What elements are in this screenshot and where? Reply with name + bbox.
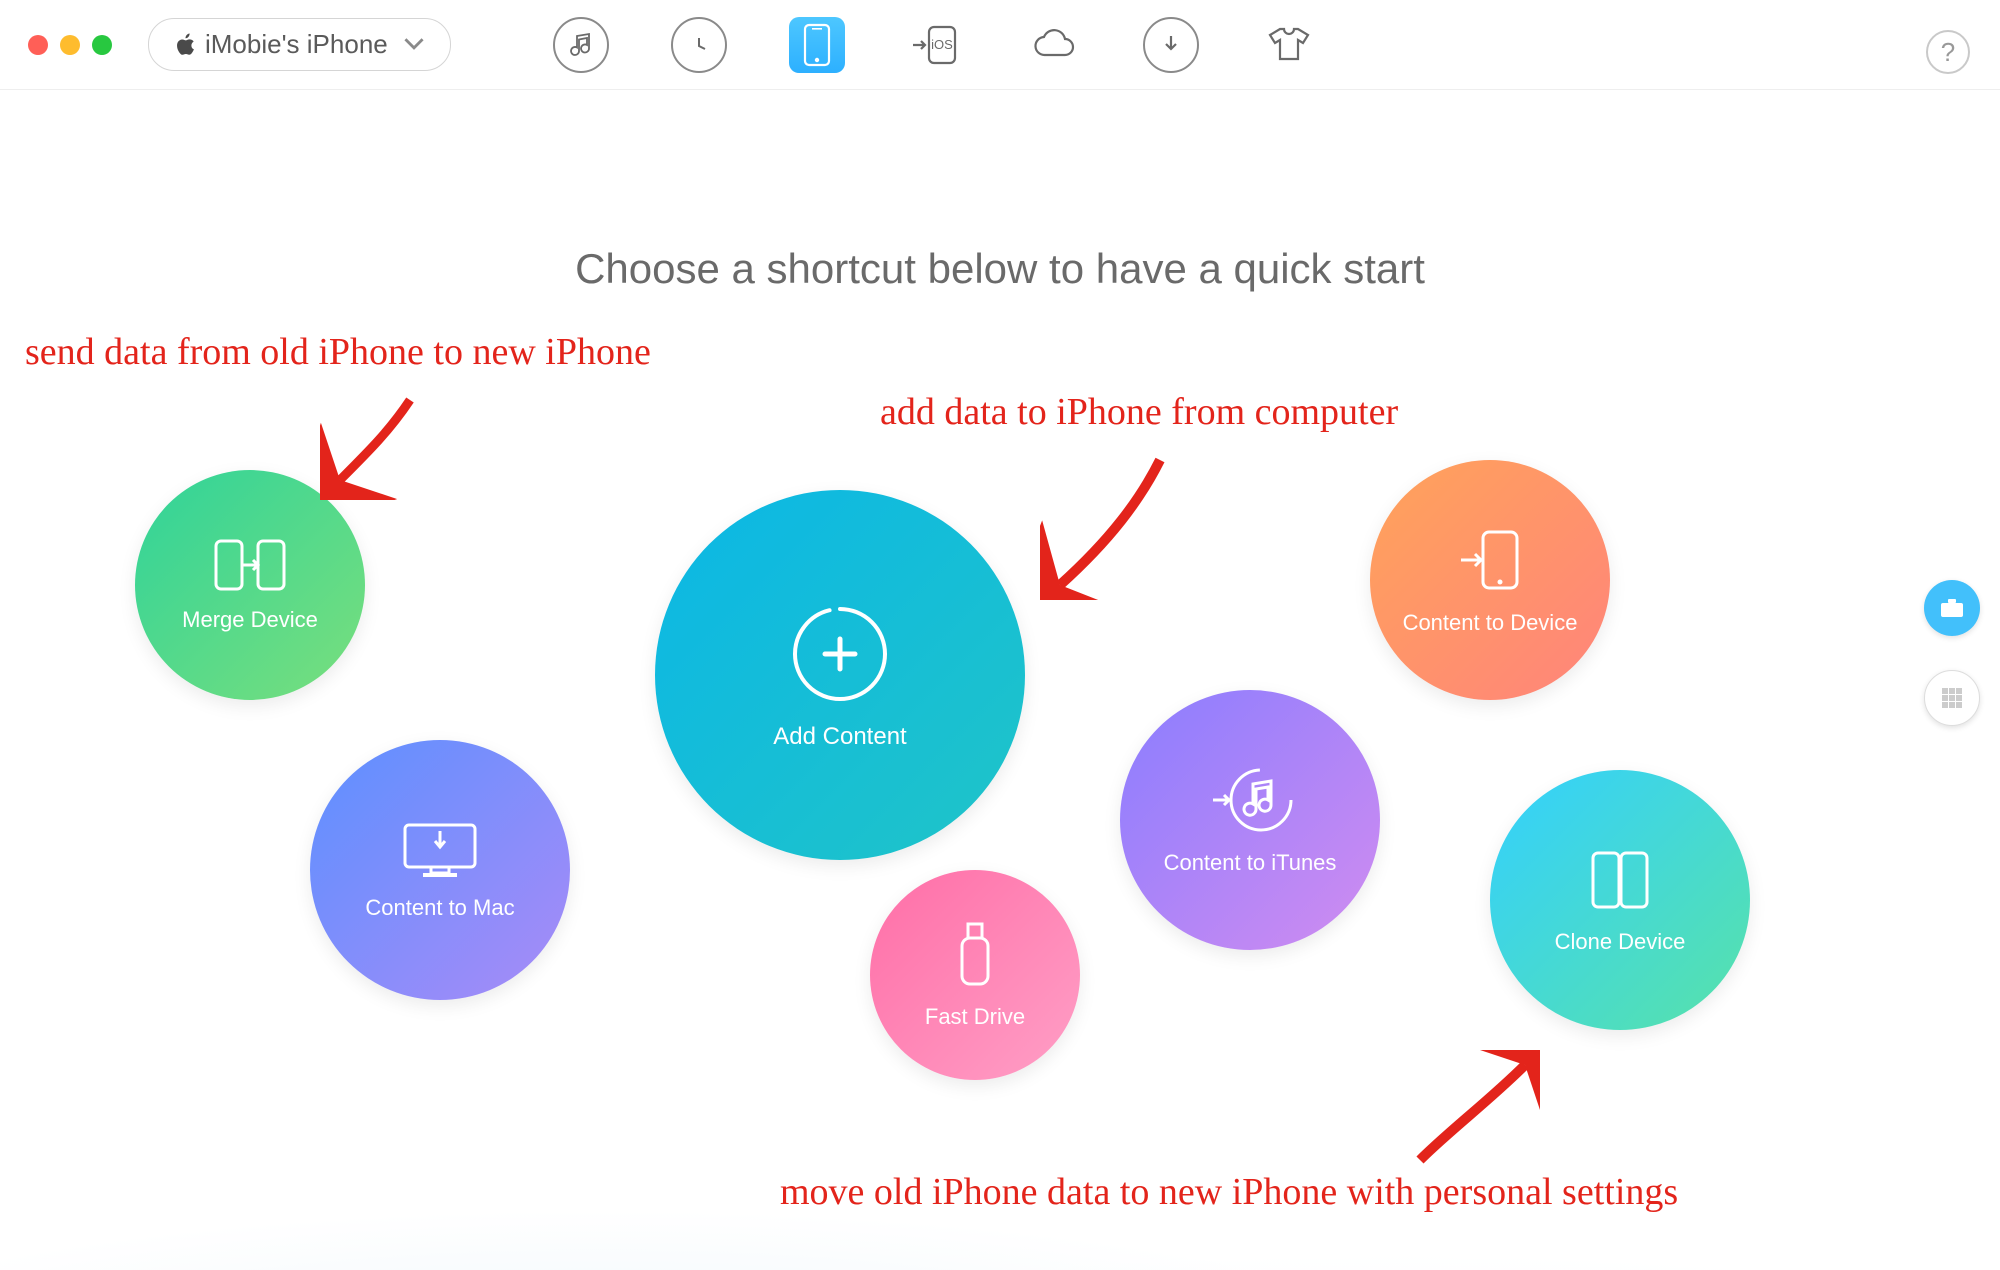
arrow-icon bbox=[1400, 1050, 1540, 1170]
bubble-add-content[interactable]: Add Content bbox=[655, 490, 1025, 860]
side-shortcuts-button[interactable] bbox=[1924, 580, 1980, 636]
bubble-label: Content to Mac bbox=[365, 895, 514, 921]
device-label: iMobie's iPhone bbox=[205, 29, 388, 60]
minimize-icon[interactable] bbox=[60, 35, 80, 55]
nav-tshirt[interactable] bbox=[1261, 17, 1317, 73]
main-canvas: Choose a shortcut below to have a quick … bbox=[0, 90, 2000, 1270]
annotation-2: add data to iPhone from computer bbox=[880, 390, 1398, 434]
nav-history[interactable] bbox=[671, 17, 727, 73]
bubble-label: Add Content bbox=[773, 723, 906, 751]
usb-drive-icon bbox=[956, 920, 994, 990]
itunes-icon bbox=[1207, 764, 1293, 836]
content-to-device-icon bbox=[1457, 524, 1523, 596]
bubble-label: Fast Drive bbox=[925, 1004, 1025, 1030]
svg-text:iOS: iOS bbox=[931, 37, 953, 52]
device-select[interactable]: iMobie's iPhone bbox=[148, 18, 451, 71]
annotation-1: send data from old iPhone to new iPhone bbox=[25, 330, 651, 374]
chevron-down-icon bbox=[404, 33, 424, 57]
apple-icon bbox=[175, 33, 195, 57]
help-icon: ? bbox=[1941, 37, 1955, 68]
bubble-fast-drive[interactable]: Fast Drive bbox=[870, 870, 1080, 1080]
grid-icon bbox=[1940, 686, 1964, 710]
side-categories-button[interactable] bbox=[1924, 670, 1980, 726]
nav-icons: iOS bbox=[553, 17, 1317, 73]
toolbar: iMobie's iPhone iOS ? bbox=[0, 0, 2000, 90]
traffic-lights bbox=[28, 35, 112, 55]
nav-device[interactable] bbox=[789, 17, 845, 73]
bubble-content-to-device[interactable]: Content to Device bbox=[1370, 460, 1610, 700]
arrow-icon bbox=[1040, 450, 1170, 600]
bubble-clone-device[interactable]: Clone Device bbox=[1490, 770, 1750, 1030]
arrow-icon bbox=[320, 390, 430, 500]
close-icon[interactable] bbox=[28, 35, 48, 55]
imac-icon bbox=[399, 819, 481, 881]
nav-music[interactable] bbox=[553, 17, 609, 73]
add-content-icon bbox=[785, 599, 895, 709]
bubble-label: Clone Device bbox=[1555, 929, 1686, 955]
bubble-label: Content to Device bbox=[1403, 610, 1578, 636]
page-heading: Choose a shortcut below to have a quick … bbox=[575, 245, 1425, 293]
annotation-3: move old iPhone data to new iPhone with … bbox=[780, 1170, 1678, 1214]
help-button[interactable]: ? bbox=[1926, 30, 1970, 74]
nav-to-ios[interactable]: iOS bbox=[907, 17, 963, 73]
bubble-label: Merge Device bbox=[182, 607, 318, 633]
bubble-merge-device[interactable]: Merge Device bbox=[135, 470, 365, 700]
nav-download[interactable] bbox=[1143, 17, 1199, 73]
merge-device-icon bbox=[212, 537, 288, 593]
clone-device-icon bbox=[1585, 845, 1655, 915]
fullscreen-icon[interactable] bbox=[92, 35, 112, 55]
bubble-content-to-mac[interactable]: Content to Mac bbox=[310, 740, 570, 1000]
briefcase-icon bbox=[1939, 597, 1965, 619]
nav-icloud[interactable] bbox=[1025, 17, 1081, 73]
bubble-label: Content to iTunes bbox=[1164, 850, 1337, 876]
bubble-content-to-itunes[interactable]: Content to iTunes bbox=[1120, 690, 1380, 950]
